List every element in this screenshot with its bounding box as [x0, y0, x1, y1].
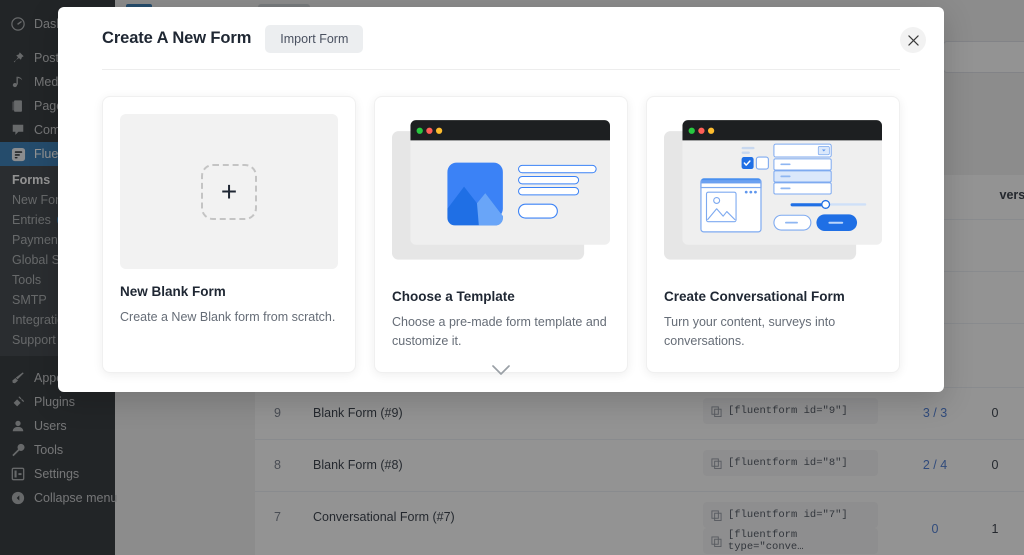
card-new-blank-form[interactable]: + New Blank Form Create a New Blank form…: [102, 96, 356, 373]
form-type-cards: + New Blank Form Create a New Blank form…: [58, 70, 944, 373]
close-icon: [908, 35, 919, 46]
import-form-button[interactable]: Import Form: [265, 25, 363, 53]
blank-form-thumbnail: +: [120, 114, 338, 269]
expand-more-button[interactable]: [58, 348, 944, 392]
template-illustration-svg: [392, 114, 610, 274]
conversational-illustration: [664, 114, 882, 274]
create-new-form-modal: Create A New Form Import Form + New Blan…: [58, 7, 944, 392]
card-title: Choose a Template: [392, 289, 610, 304]
card-conversational-form[interactable]: Create Conversational Form Turn your con…: [646, 96, 900, 373]
modal-header: Create A New Form Import Form: [58, 7, 944, 70]
modal-title: Create A New Form: [102, 29, 251, 48]
template-illustration: [392, 114, 610, 274]
plus-icon: +: [201, 164, 257, 220]
card-description: Choose a pre-made form template and cust…: [392, 313, 610, 352]
chevron-down-icon: [491, 364, 511, 376]
card-choose-template[interactable]: Choose a Template Choose a pre-made form…: [374, 96, 628, 373]
close-button[interactable]: [900, 27, 926, 53]
card-title: Create Conversational Form: [664, 289, 882, 304]
card-description: Create a New Blank form from scratch.: [120, 308, 338, 327]
header-divider: [102, 69, 900, 70]
card-description: Turn your content, surveys into conversa…: [664, 313, 882, 352]
screen: Filter version i 0% % %: [0, 0, 1024, 555]
conversational-illustration-svg: [664, 114, 882, 274]
card-title: New Blank Form: [120, 284, 338, 299]
